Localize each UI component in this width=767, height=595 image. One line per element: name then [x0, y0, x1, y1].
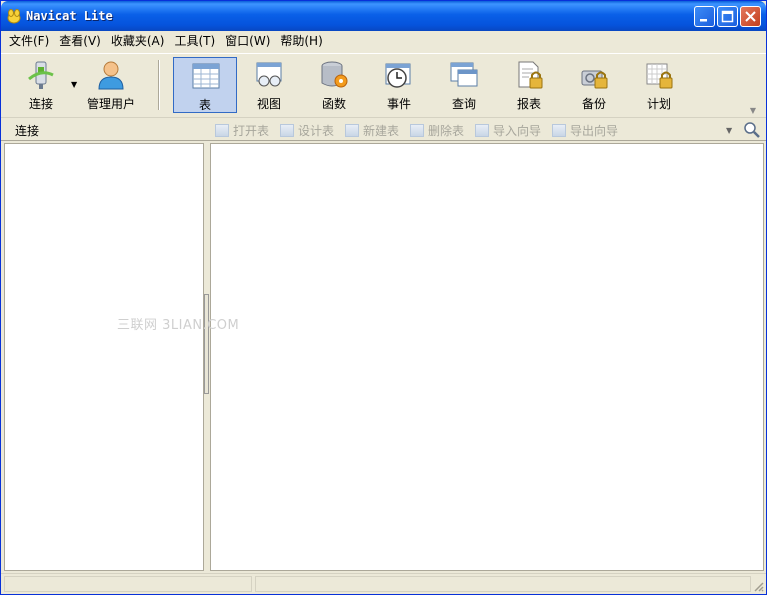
open-table-button[interactable]: 打开表: [215, 122, 269, 138]
minimize-icon: [700, 19, 707, 22]
open-table-label: 打开表: [233, 124, 270, 138]
export-wizard-icon: [552, 124, 566, 137]
open-table-icon: [215, 124, 229, 137]
connection-plug-icon: [28, 61, 54, 89]
view-glasses-icon: [256, 62, 282, 87]
maximize-icon: [721, 10, 734, 23]
views-button[interactable]: 视图: [237, 57, 301, 113]
design-table-button[interactable]: 设计表: [280, 122, 334, 138]
import-wizard-icon: [475, 124, 489, 137]
import-wizard-label: 导入向导: [493, 124, 542, 138]
menu-help[interactable]: 帮助(H): [275, 32, 327, 51]
schedule-lock-icon: [646, 63, 673, 89]
object-toolbar: 连接 打开表 设计表 新建表 删除表 导入向导 导出向导 ▼: [1, 117, 766, 141]
manage-users-label: 管理用户: [86, 97, 135, 111]
table-icon: [192, 63, 220, 89]
main-window: Navicat Lite 文件(F) 查看(V) 收藏夹(A) 工具(T) 窗口…: [0, 0, 767, 595]
object-list-pane[interactable]: [210, 143, 764, 571]
menu-favorites[interactable]: 收藏夹(A): [106, 32, 170, 51]
toolbar-overflow-chevron-icon[interactable]: ▼: [750, 106, 756, 115]
schedule-label: 计划: [646, 97, 671, 111]
status-cell-left: [4, 576, 252, 592]
watermark-text: 三联网 3LIAN.COM: [117, 318, 240, 333]
events-label: 事件: [386, 97, 411, 111]
user-icon: [98, 61, 124, 90]
new-table-button[interactable]: 新建表: [345, 122, 399, 138]
design-table-label: 设计表: [298, 124, 335, 138]
navicat-logo-icon: [7, 9, 21, 24]
delete-table-button[interactable]: 删除表: [410, 122, 464, 138]
connect-label: 连接: [28, 97, 53, 111]
events-button[interactable]: 事件: [367, 57, 431, 113]
backup-lock-icon: [581, 70, 608, 89]
menu-file[interactable]: 文件(F): [4, 32, 54, 51]
functions-label: 函数: [321, 97, 346, 111]
event-clock-icon: [385, 63, 411, 88]
connection-tree-pane[interactable]: [4, 143, 204, 571]
status-cell-right: [255, 576, 751, 592]
title-bar[interactable]: Navicat Lite: [1, 1, 766, 31]
close-button[interactable]: [740, 6, 761, 27]
splitter-grip[interactable]: [204, 294, 209, 394]
connect-dropdown-arrow-icon[interactable]: ▼: [71, 80, 77, 89]
search-icon[interactable]: [743, 121, 761, 139]
report-lock-icon: [518, 61, 543, 89]
tables-button[interactable]: 表: [173, 57, 237, 113]
schedule-button[interactable]: 计划: [627, 57, 691, 113]
connection-section-label: 连接: [15, 124, 40, 138]
new-table-icon: [345, 124, 359, 137]
design-table-icon: [280, 124, 294, 137]
delete-table-label: 删除表: [428, 124, 465, 138]
import-wizard-button[interactable]: 导入向导: [475, 122, 541, 138]
minimize-button[interactable]: [694, 6, 715, 27]
functions-button[interactable]: 函数: [302, 57, 366, 113]
menu-bar: 文件(F) 查看(V) 收藏夹(A) 工具(T) 窗口(W) 帮助(H): [1, 31, 766, 52]
backup-label: 备份: [581, 97, 606, 111]
tables-label: 表: [198, 98, 211, 112]
maximize-button[interactable]: [717, 6, 738, 27]
window-title: Navicat Lite: [26, 9, 113, 23]
status-bar: [1, 573, 766, 594]
menu-tools[interactable]: 工具(T): [169, 32, 220, 51]
backup-button[interactable]: 备份: [562, 57, 626, 113]
close-icon: [745, 11, 756, 22]
object-bar-overflow-icon[interactable]: ▼: [726, 126, 732, 135]
reports-label: 报表: [516, 97, 541, 111]
connect-button[interactable]: 连接: [9, 57, 73, 113]
toolbar-separator: [158, 60, 160, 110]
manage-users-button[interactable]: 管理用户: [79, 57, 143, 113]
resize-grip-icon[interactable]: [752, 580, 764, 592]
export-wizard-button[interactable]: 导出向导: [552, 122, 618, 138]
views-label: 视图: [256, 97, 281, 111]
main-toolbar: 连接 ▼ 管理用户 表 视图 函数 事件 查询 报表 备份 计划 ▼: [1, 53, 766, 115]
query-icon: [450, 62, 478, 87]
reports-button[interactable]: 报表: [497, 57, 561, 113]
pane-splitter[interactable]: [203, 294, 210, 394]
queries-button[interactable]: 查询: [432, 57, 496, 113]
menu-window[interactable]: 窗口(W): [220, 32, 275, 51]
new-table-label: 新建表: [363, 124, 400, 138]
queries-label: 查询: [451, 97, 476, 111]
export-wizard-label: 导出向导: [570, 124, 619, 138]
menu-view[interactable]: 查看(V): [54, 32, 106, 51]
delete-table-icon: [410, 124, 424, 137]
database-function-icon: [321, 61, 348, 88]
